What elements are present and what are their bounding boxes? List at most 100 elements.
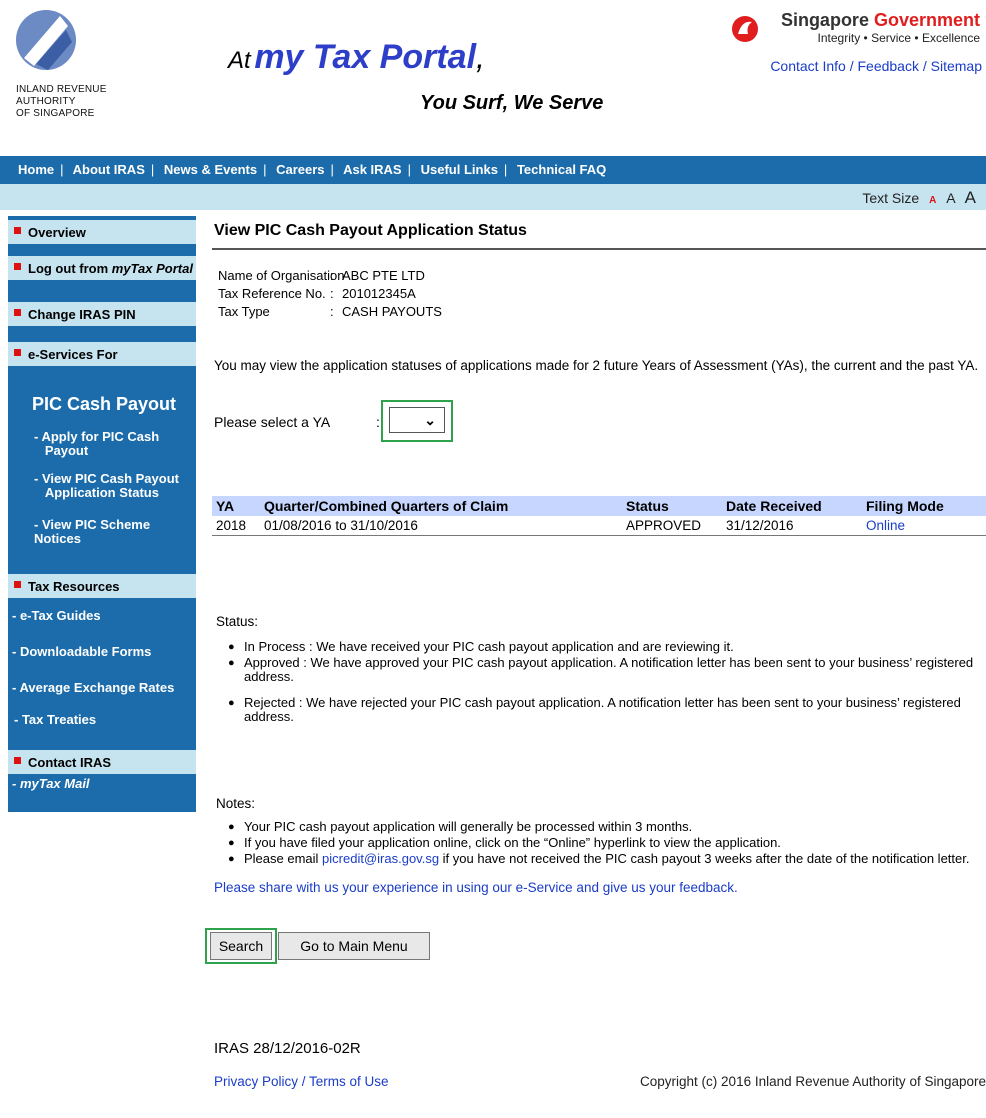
gov-motto: Integrity • Service • Excellence — [817, 31, 980, 45]
chevron-down-icon: ⌄ — [424, 412, 436, 428]
column-header-filing-mode: Filing Mode — [862, 496, 986, 516]
sidebar-link-view-notices[interactable]: - View PIC Scheme Notices — [34, 518, 196, 546]
bullet-square-icon — [14, 263, 21, 270]
sub-bar: Text Size A A A — [0, 184, 986, 210]
page-title: View PIC Cash Payout Application Status — [214, 222, 527, 239]
sidebar-section-label: e-Services For — [28, 347, 118, 362]
bullet-icon: ● — [228, 821, 235, 833]
text-size-label: Text Size — [862, 190, 920, 206]
email-link[interactable]: picredit@iras.gov.sg — [322, 851, 439, 866]
tagline-comma: , — [476, 39, 485, 75]
feedback-link-main[interactable]: Please share with us your experience in … — [214, 880, 738, 895]
sidebar-link-apply[interactable]: - Apply for PIC Cash Payout — [34, 430, 184, 458]
pic-cash-payout-heading: PIC Cash Payout — [32, 394, 177, 414]
text-size-control: Text Size A A A — [862, 188, 976, 208]
column-header-ya: YA — [212, 496, 260, 516]
org-line-1: INLAND REVENUE — [16, 84, 107, 95]
nav-separator: | — [407, 162, 411, 177]
sidebar-link-downloadable-forms[interactable]: - Downloadable Forms — [12, 644, 151, 659]
text-size-medium-button[interactable]: A — [946, 190, 955, 206]
ya-highlight-box: ⌄ — [381, 400, 453, 442]
slogan: You Surf, We Serve — [420, 92, 604, 114]
sidebar: Overview Log out from myTax Portal Chang… — [8, 216, 196, 812]
cell-filing-mode: Online — [862, 516, 986, 536]
nav-careers[interactable]: Careers — [276, 162, 324, 177]
header: INLAND REVENUE AUTHORITY OF SINGAPORE At… — [0, 0, 986, 152]
status-item-text: Approved : We have approved your PIC cas… — [244, 655, 974, 684]
note-item-text: Your PIC cash payout application will ge… — [244, 819, 693, 834]
text-size-small-button[interactable]: A — [929, 195, 936, 206]
nav-useful-links[interactable]: Useful Links — [421, 162, 498, 177]
sidebar-link-exchange-rates[interactable]: - Average Exchange Rates — [12, 680, 174, 695]
online-filing-link[interactable]: Online — [866, 518, 905, 533]
nav-technical-faq[interactable]: Technical FAQ — [517, 162, 606, 177]
nav-separator: | — [330, 162, 334, 177]
search-button[interactable]: Search — [210, 932, 272, 960]
terms-of-use-link[interactable]: Terms of Use — [309, 1074, 389, 1089]
column-header-quarter: Quarter/Combined Quarters of Claim — [260, 496, 622, 516]
sidebar-item-overview[interactable]: Overview — [8, 220, 196, 244]
nav-separator: | — [263, 162, 267, 177]
sidebar-link-mytax-mail[interactable]: - myTax Mail — [12, 776, 90, 791]
sidebar-item-label: Overview — [28, 225, 86, 240]
portal-tagline: At my Tax Portal, — [228, 38, 485, 77]
sidebar-item-label: Change IRAS PIN — [28, 307, 136, 322]
main-menu-button[interactable]: Go to Main Menu — [278, 932, 430, 960]
sidebar-link-tax-treaties[interactable]: - Tax Treaties — [14, 712, 96, 727]
text-size-large-button[interactable]: A — [965, 188, 976, 207]
bullet-square-icon — [14, 757, 21, 764]
sidebar-link-view-status[interactable]: - View PIC Cash Payout Application Statu… — [34, 472, 194, 500]
sitemap-link[interactable]: Sitemap — [931, 58, 982, 74]
footer-separator: / — [298, 1074, 310, 1089]
sidebar-link-etax-guides[interactable]: - e-Tax Guides — [12, 608, 101, 623]
sidebar-section-label: Contact IRAS — [28, 755, 112, 770]
ya-colon: : — [376, 414, 380, 430]
sidebar-section-tax-resources: Tax Resources — [8, 574, 196, 598]
gov-branding: Singapore Government Integrity • Service… — [781, 10, 980, 45]
bullet-icon: ● — [228, 837, 235, 849]
sidebar-section-contact-iras: Contact IRAS — [8, 750, 196, 774]
cell-quarter: 01/08/2016 to 31/10/2016 — [260, 516, 622, 536]
info-colon: : — [330, 286, 334, 301]
nav-news-events[interactable]: News & Events — [164, 162, 257, 177]
cell-date-received: 31/12/2016 — [722, 516, 862, 536]
status-item-text: Rejected : We have rejected your PIC cas… — [244, 695, 961, 724]
feedback-link[interactable]: Feedback / — [857, 58, 926, 74]
top-navbar: Home | About IRAS | News & Events | Careers… — [0, 156, 986, 184]
tagline-portal: my Tax Portal — [254, 38, 477, 76]
tagline-at: At — [228, 47, 251, 74]
ya-dropdown[interactable]: ⌄ — [389, 407, 445, 433]
nav-about-iras[interactable]: About IRAS — [73, 162, 145, 177]
org-line-3: OF SINGAPORE — [16, 108, 95, 119]
bullet-icon: ● — [228, 853, 235, 865]
gov-title-government: Government — [873, 10, 980, 30]
iras-logo-text: INLAND REVENUE AUTHORITY OF SINGAPORE — [16, 84, 107, 120]
org-line-2: AUTHORITY — [16, 96, 76, 107]
sidebar-section-label: Tax Resources — [28, 579, 120, 594]
header-links: Contact Info / Feedback / Sitemap — [770, 58, 982, 74]
sidebar-item-logout[interactable]: Log out from myTax Portal — [8, 256, 196, 280]
note-item-text: If you have filed your application onlin… — [244, 835, 781, 850]
status-heading: Status: — [216, 614, 259, 629]
contact-info-link[interactable]: Contact Info / — [770, 58, 853, 74]
copyright-text: Copyright (c) 2016 Inland Revenue Author… — [640, 1074, 986, 1089]
ya-select-label: Please select a YA — [214, 414, 331, 430]
gov-title: Singapore Government — [781, 10, 980, 31]
bullet-icon: ● — [228, 657, 235, 669]
iras-logo-icon — [16, 10, 76, 70]
notes-heading: Notes: — [216, 796, 256, 811]
table-row: 2018 01/08/2016 to 31/10/2016 APPROVED 3… — [212, 516, 986, 536]
intro-text: You may view the application statuses of… — [214, 358, 979, 373]
nav-home[interactable]: Home — [18, 162, 54, 177]
nav-separator: | — [150, 162, 155, 177]
column-header-status: Status — [622, 496, 722, 516]
table-header-row: YA Quarter/Combined Quarters of Claim St… — [212, 496, 986, 516]
bullet-icon: ● — [228, 697, 235, 709]
privacy-policy-link[interactable]: Privacy Policy — [214, 1074, 298, 1089]
cell-status: APPROVED — [622, 516, 722, 536]
status-table: YA Quarter/Combined Quarters of Claim St… — [212, 496, 986, 536]
sidebar-section-eservices: e-Services For — [8, 342, 196, 366]
bullet-square-icon — [14, 581, 21, 588]
nav-ask-iras[interactable]: Ask IRAS — [343, 162, 402, 177]
sidebar-item-change-pin[interactable]: Change IRAS PIN — [8, 302, 196, 326]
